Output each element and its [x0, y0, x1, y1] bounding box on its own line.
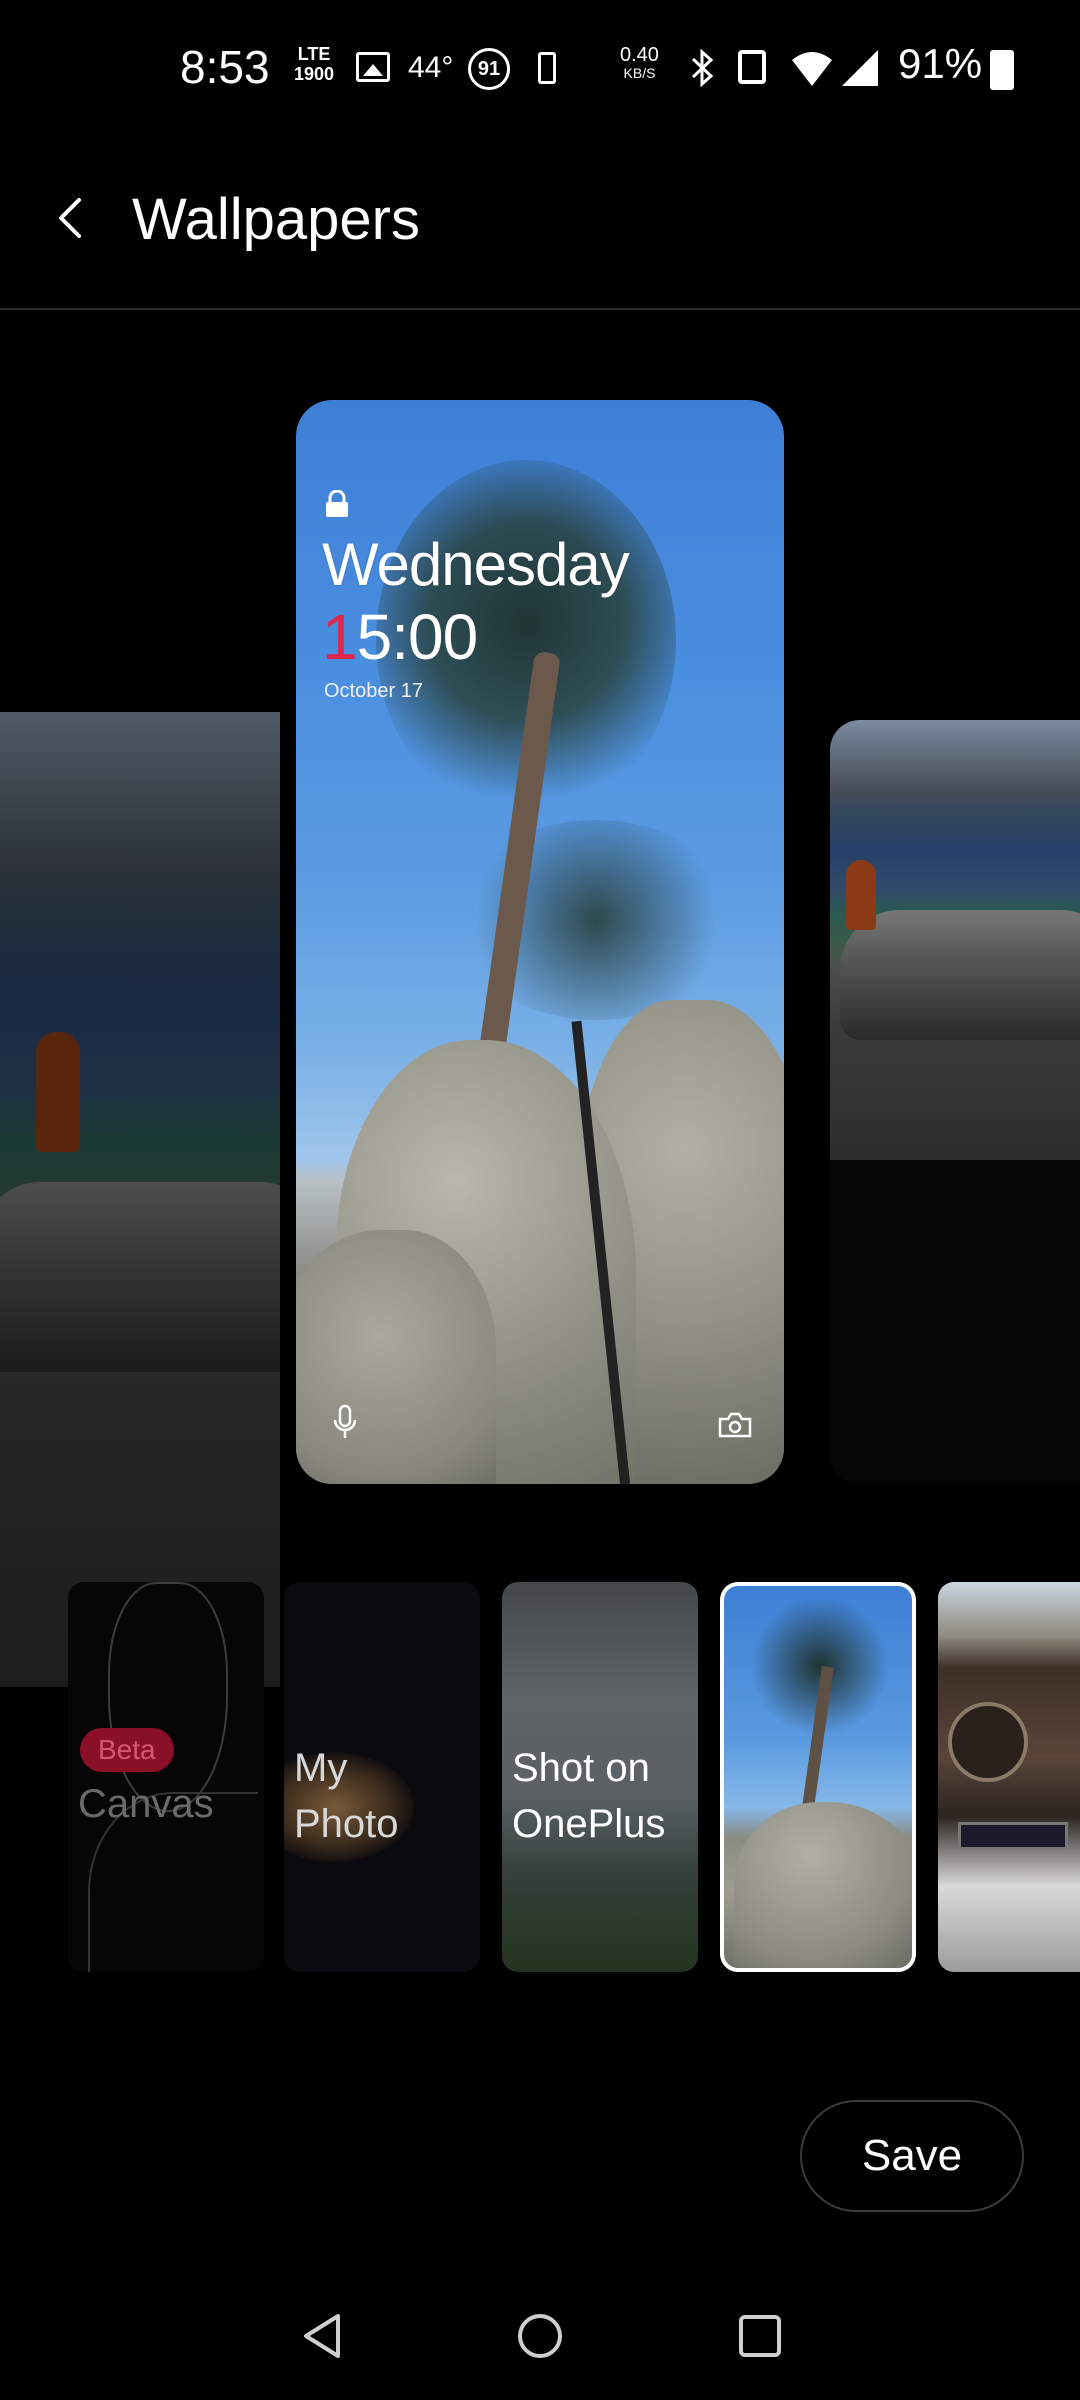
- previous-wallpaper-preview[interactable]: [0, 712, 280, 1687]
- battery-percent: 91%: [898, 40, 983, 87]
- wallpaper-thumb-selected[interactable]: [720, 1582, 916, 1972]
- next-wallpaper-preview[interactable]: [830, 720, 1080, 1485]
- category-label: Canvas: [78, 1782, 214, 1826]
- car-image: [840, 910, 1080, 1040]
- app-header: Wallpapers: [0, 160, 1080, 310]
- status-time: 8:53: [180, 41, 270, 93]
- beta-badge: Beta: [80, 1728, 174, 1772]
- battery-icon: [990, 50, 1014, 90]
- screen: 8:53 LTE 1900 44° 91 0.40 KB/S 91% Wallp…: [0, 0, 1080, 2400]
- mic-icon: [333, 1404, 357, 1438]
- network-speed: 0.40 KB/S: [620, 44, 659, 86]
- lte-icon: LTE 1900: [294, 44, 334, 84]
- lockscreen-preview: Wednesday 15:00 October 17: [296, 400, 784, 1484]
- nav-recents-icon: [739, 2315, 781, 2357]
- lockscreen-day: Wednesday: [322, 531, 630, 598]
- back-button[interactable]: [40, 188, 100, 248]
- category-shot-on-oneplus[interactable]: Shot on OnePlus: [502, 1582, 698, 1972]
- chevron-left-icon: [59, 198, 81, 238]
- nav-recents-button[interactable]: [730, 2306, 790, 2366]
- lockscreen-date: October 17: [324, 680, 423, 702]
- category-label: My Photo: [294, 1746, 399, 1846]
- nav-back-icon: [304, 2314, 340, 2358]
- lock-icon: [326, 490, 348, 517]
- category-my-photo[interactable]: My Photo: [284, 1582, 480, 1972]
- wallpaper-thumb-car-interior[interactable]: [938, 1582, 1080, 1972]
- network-type: LTE: [297, 44, 331, 64]
- wifi-icon: [790, 48, 834, 88]
- badge-icon: 91: [468, 48, 510, 90]
- wallpaper-category-list: Beta Canvas My Photo Shot on OnePlus: [0, 1582, 1080, 1972]
- status-bar: 8:53 LTE 1900 44° 91 0.40 KB/S 91%: [0, 0, 1080, 140]
- speed-value: 0.40: [620, 44, 659, 66]
- page-title: Wallpapers: [132, 187, 420, 252]
- time-rest: 5:00: [356, 601, 479, 673]
- person-image: [846, 860, 876, 930]
- temperature: 44°: [408, 51, 454, 84]
- time-accent-digit: 1: [322, 601, 358, 673]
- system-nav-bar: [0, 2270, 1080, 2400]
- vibrate-icon: [738, 50, 766, 84]
- nav-home-button[interactable]: [510, 2306, 570, 2366]
- nav-home-icon: [518, 2314, 562, 2358]
- category-canvas[interactable]: Beta Canvas: [68, 1582, 264, 1972]
- nav-back-button[interactable]: [292, 2306, 352, 2366]
- lockscreen-time: 15:00: [322, 600, 479, 674]
- speed-unit: KB/S: [623, 65, 656, 81]
- racetrack-image: [830, 720, 1080, 1160]
- image-icon: [356, 52, 390, 82]
- network-band: 1900: [294, 64, 335, 84]
- bluetooth-icon: [690, 48, 716, 88]
- camera-icon: [718, 1412, 752, 1438]
- signal-icon: [840, 48, 880, 88]
- save-button[interactable]: Save: [800, 2100, 1024, 2212]
- category-label: Shot on OnePlus: [512, 1746, 666, 1846]
- battery-saver-icon: [538, 52, 556, 84]
